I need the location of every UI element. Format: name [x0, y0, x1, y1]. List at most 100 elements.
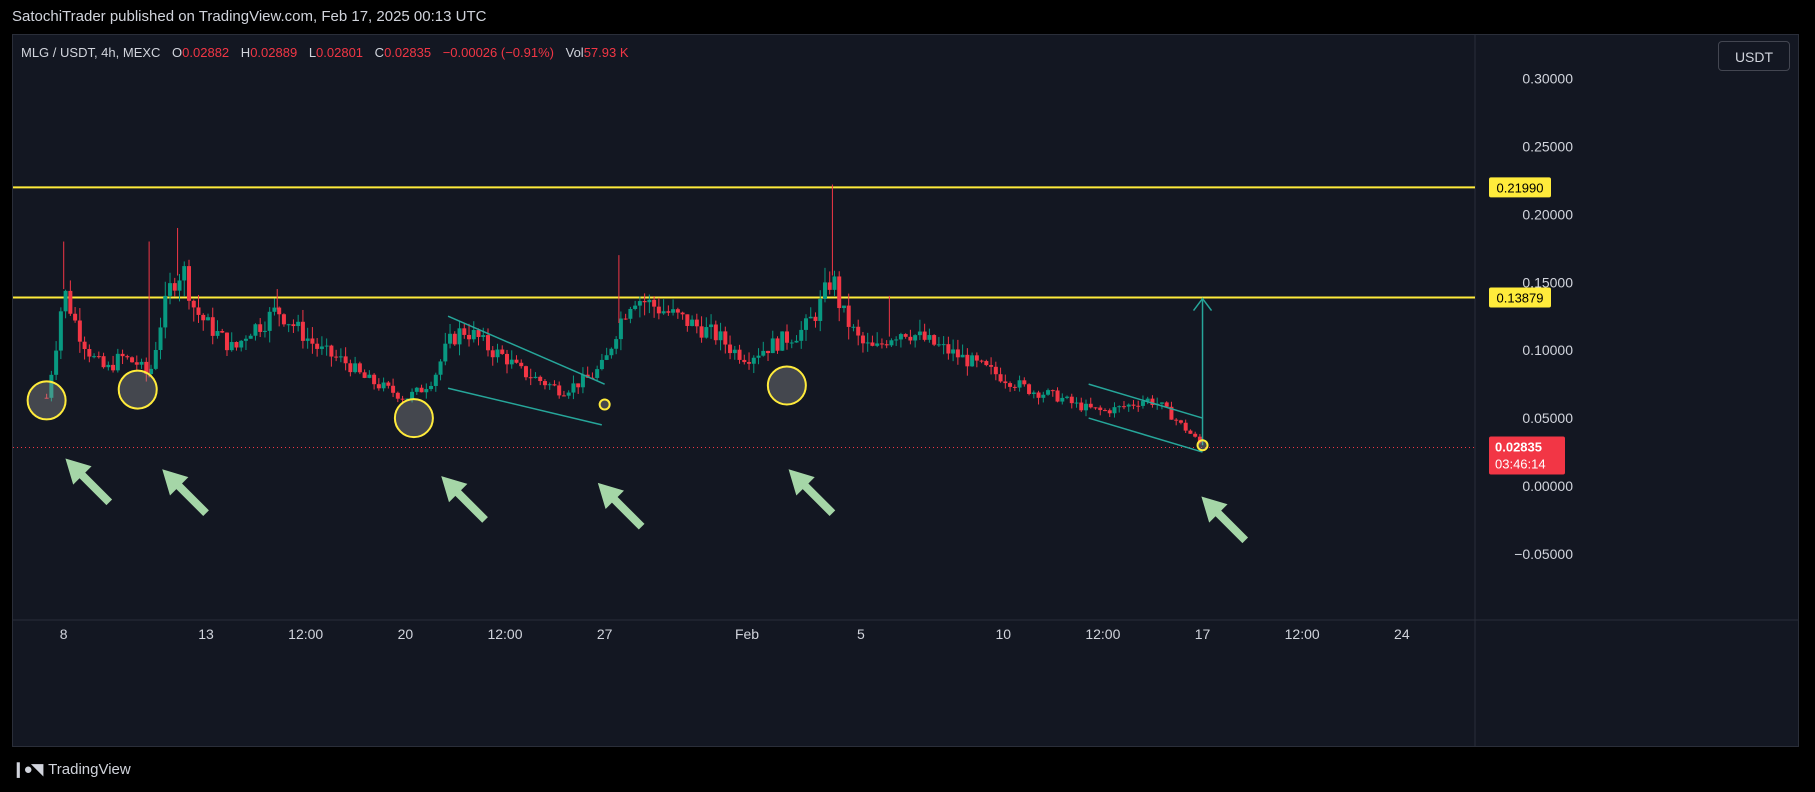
pointer-arrow-icon[interactable] [779, 460, 841, 522]
close-value: 0.02835 [384, 45, 432, 60]
candle-body [542, 381, 547, 386]
candle-body [467, 334, 472, 340]
time-axis-tick: 10 [995, 626, 1011, 642]
candle-body [1069, 396, 1074, 404]
pointer-arrow-icon[interactable] [153, 460, 215, 522]
candle-body [1027, 384, 1032, 395]
pointer-arrow-icon[interactable] [56, 449, 118, 511]
candle-body [946, 344, 951, 354]
currency-unit-button[interactable]: USDT [1718, 41, 1790, 71]
candle-body [618, 318, 623, 340]
highlight-circle[interactable] [393, 398, 434, 439]
candle-body [794, 340, 799, 343]
candle-body [130, 357, 135, 363]
candle-body [111, 364, 116, 371]
candle-body [248, 335, 253, 339]
candle-body [1164, 402, 1169, 407]
volume-label: Vol [565, 45, 584, 60]
candle-body [642, 301, 647, 303]
candle-body [334, 356, 339, 358]
price-axis-tick: 0.05000 [1522, 410, 1573, 426]
time-axis-tick: 24 [1394, 626, 1410, 642]
candle-body [1117, 406, 1122, 408]
channel-lower-line[interactable] [447, 387, 602, 426]
candle-body [243, 338, 248, 341]
candle-body [1008, 383, 1013, 387]
candle-body [633, 305, 638, 309]
channel-upper-line[interactable] [1088, 383, 1203, 419]
candle-body [979, 360, 984, 362]
pointer-arrow-icon[interactable] [589, 474, 651, 536]
candle-body [623, 318, 628, 320]
candle-body [856, 326, 861, 336]
candle-body [201, 314, 206, 321]
candle-body [87, 349, 92, 357]
candle-body [386, 382, 391, 386]
candle-body [1036, 392, 1041, 398]
candle-body [628, 308, 633, 319]
chart-frame[interactable]: 0.30000 0.25000 0.20000 0.15000 0.10000 0.050… [12, 34, 1799, 747]
candle-body [182, 266, 187, 281]
candle-body [747, 362, 752, 364]
candle-body [519, 362, 524, 367]
candle-body [300, 321, 305, 341]
candle-body [941, 344, 946, 346]
published-header: SatochiTrader published on TradingView.c… [12, 8, 487, 25]
candle-body [338, 356, 343, 358]
candle-body [395, 392, 400, 399]
candle-body [846, 305, 851, 327]
candle-body [362, 372, 367, 378]
candle-body [1084, 403, 1089, 411]
candle-body [609, 348, 614, 356]
highlight-circle[interactable] [117, 369, 158, 410]
pointer-arrow-shape [441, 476, 488, 523]
candle-body [500, 349, 505, 354]
candle-body [808, 316, 813, 319]
candle-body [1174, 419, 1179, 421]
candle-body [894, 339, 899, 341]
candle-body [443, 343, 448, 362]
candle-body [898, 334, 903, 340]
candle-body [1003, 381, 1008, 384]
highlight-circle[interactable] [1196, 439, 1209, 452]
change-value: −0.00026 (−0.91%) [442, 45, 554, 60]
price-axis-tick: −0.05000 [1514, 546, 1573, 562]
candle-body [675, 309, 680, 313]
price-chart[interactable]: 0.300000.250000.200000.150000.100000.050… [13, 35, 1798, 746]
highlight-circle[interactable] [766, 365, 807, 406]
brand-name: TradingView [48, 760, 131, 778]
tradingview-brand[interactable]: ❙●◥ TradingView [12, 760, 131, 779]
candle-body [822, 282, 827, 299]
candle-body [889, 340, 894, 346]
candle-body [1136, 405, 1141, 407]
pointer-arrow-icon[interactable] [432, 467, 494, 529]
candle-body [296, 321, 301, 327]
level-price-label: 0.13879 [1497, 291, 1544, 306]
candle-body [196, 307, 201, 315]
candle-body [770, 338, 775, 354]
candle-body [1193, 433, 1198, 437]
highlight-circle[interactable] [598, 398, 611, 411]
candle-body [637, 301, 642, 306]
candle-body [125, 356, 130, 358]
candle-body [1121, 406, 1126, 408]
highlight-circle[interactable] [26, 380, 67, 421]
candle-body [1098, 407, 1103, 411]
symbol-label: MLG / USDT, 4h, MEXC [21, 45, 161, 60]
candle-body [357, 363, 362, 373]
candle-body [908, 336, 913, 341]
candle-body [614, 339, 619, 349]
candle-body [775, 338, 780, 351]
candle-body [1112, 407, 1117, 414]
candle-body [903, 334, 908, 337]
candle-body [471, 330, 476, 340]
candle-body [253, 324, 258, 336]
candle-body [666, 311, 671, 313]
pointer-arrow-icon[interactable] [1192, 487, 1254, 549]
candle-body [1046, 390, 1051, 395]
candle-body [547, 384, 552, 386]
pointer-arrow-shape [597, 482, 645, 530]
candle-body [367, 374, 372, 378]
candle-body [732, 349, 737, 354]
pointer-arrow-shape [788, 469, 836, 516]
